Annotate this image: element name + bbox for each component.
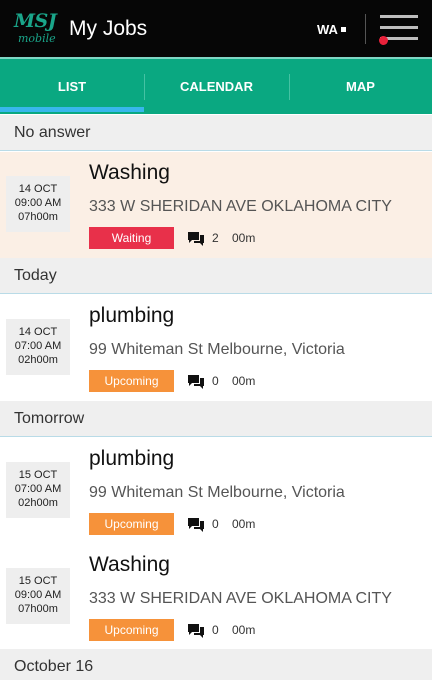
app-logo: MSJ mobile xyxy=(14,10,57,48)
page-title: My Jobs xyxy=(69,17,148,40)
elapsed-time: 00m xyxy=(232,231,256,245)
job-date-box: 14 OCT 07:00 AM 02h00m xyxy=(6,319,70,375)
divider xyxy=(365,14,366,44)
job-title: Washing xyxy=(89,161,170,184)
section-header: October 16 xyxy=(0,649,432,680)
status-badge: Upcoming xyxy=(89,513,174,535)
job-date-box: 15 OCT 07:00 AM 02h00m xyxy=(6,462,70,518)
section-title: No answer xyxy=(14,124,91,141)
job-item[interactable]: 14 OCT 07:00 AM 02h00m plumbing 99 White… xyxy=(0,295,432,402)
action-bar: MSJ mobile My Jobs WA xyxy=(0,0,432,57)
message-count: 0 xyxy=(212,517,219,531)
menu-button[interactable] xyxy=(378,12,420,46)
job-address: 99 Whiteman St Melbourne, Victoria xyxy=(89,341,345,358)
elapsed-time: 00m xyxy=(232,374,256,388)
job-title: plumbing xyxy=(89,304,175,327)
section-title: Today xyxy=(14,267,57,284)
elapsed-time: 00m xyxy=(232,623,256,637)
status-badge: Waiting xyxy=(89,227,174,249)
elapsed-time: 00m xyxy=(232,517,256,531)
job-address: 333 W SHERIDAN AVE OKLAHOMA CITY xyxy=(89,198,392,215)
message-count: 2 xyxy=(212,231,219,245)
job-item[interactable]: 15 OCT 09:00 AM 07h00m Washing 333 W SHE… xyxy=(0,544,432,651)
job-duration: 07h00m xyxy=(18,603,58,615)
job-duration: 02h00m xyxy=(18,354,58,366)
job-date: 15 OCT xyxy=(18,575,58,587)
chat-icon xyxy=(188,624,204,638)
tab-bar: LIST CALENDAR MAP xyxy=(0,57,432,114)
status-badge: Upcoming xyxy=(89,619,174,641)
status-badge: Upcoming xyxy=(89,370,174,392)
section-header: No answer xyxy=(0,115,432,151)
message-count: 0 xyxy=(212,374,219,388)
notification-dot xyxy=(379,36,388,45)
job-time: 07:00 AM xyxy=(14,483,62,495)
logo-text: MSJ xyxy=(14,10,57,32)
chat-icon xyxy=(188,232,204,246)
dropdown-indicator-icon xyxy=(340,27,346,32)
tab-calendar[interactable]: CALENDAR xyxy=(144,59,289,114)
job-time: 07:00 AM xyxy=(14,340,62,352)
chat-icon xyxy=(188,518,204,532)
job-duration: 07h00m xyxy=(18,211,58,223)
job-item[interactable]: 15 OCT 07:00 AM 02h00m plumbing 99 White… xyxy=(0,438,432,545)
region-label: WA xyxy=(317,22,338,37)
hamburger-icon xyxy=(380,15,418,18)
tab-list[interactable]: LIST xyxy=(0,59,144,114)
job-date-box: 15 OCT 09:00 AM 07h00m xyxy=(6,568,70,624)
job-address: 99 Whiteman St Melbourne, Victoria xyxy=(89,484,345,501)
section-header: Today xyxy=(0,258,432,294)
job-duration: 02h00m xyxy=(18,497,58,509)
section-title: October 16 xyxy=(14,658,94,675)
job-time: 09:00 AM xyxy=(14,589,62,601)
job-date-box: 14 OCT 09:00 AM 07h00m xyxy=(6,176,70,232)
section-title: Tomorrow xyxy=(14,410,85,427)
hamburger-icon-bar xyxy=(380,26,418,29)
job-date: 14 OCT xyxy=(18,183,58,195)
job-address: 333 W SHERIDAN AVE OKLAHOMA CITY xyxy=(89,590,392,607)
job-date: 15 OCT xyxy=(18,469,58,481)
job-title: Washing xyxy=(89,553,170,576)
selected-tab-indicator xyxy=(0,107,144,112)
section-header: Tomorrow xyxy=(0,401,432,437)
job-item[interactable]: 14 OCT 09:00 AM 07h00m Washing 333 W SHE… xyxy=(0,152,432,259)
chat-icon xyxy=(188,375,204,389)
job-time: 09:00 AM xyxy=(14,197,62,209)
job-title: plumbing xyxy=(89,447,175,470)
region-selector[interactable]: WA xyxy=(317,22,346,37)
job-date: 14 OCT xyxy=(18,326,58,338)
logo-subtext: mobile xyxy=(18,32,56,45)
message-count: 0 xyxy=(212,623,219,637)
tab-map[interactable]: MAP xyxy=(289,59,432,114)
